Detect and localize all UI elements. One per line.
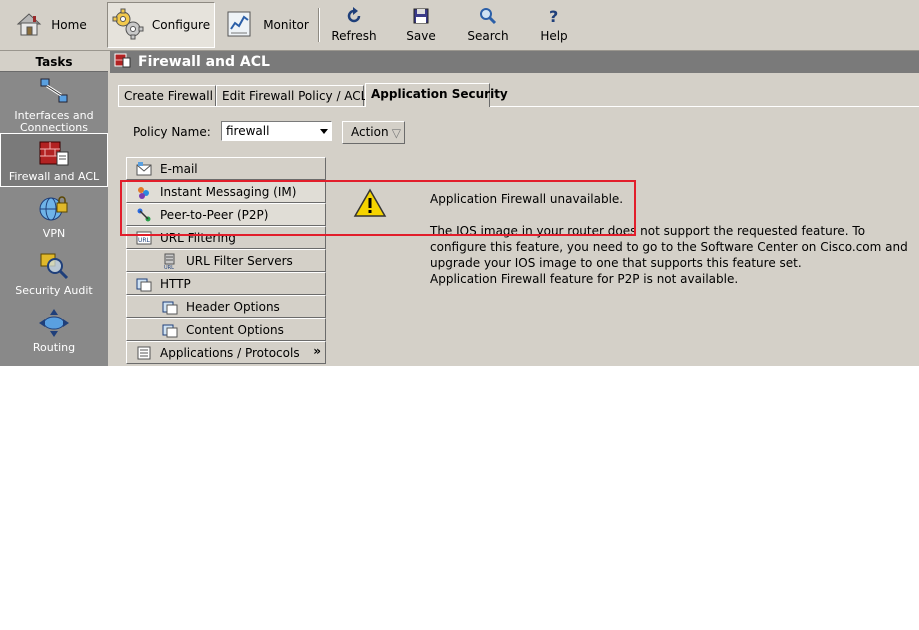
feature-label: HTTP — [160, 276, 191, 291]
feature-item-email[interactable]: E-mail — [126, 157, 326, 180]
home-button[interactable]: Home — [6, 2, 96, 48]
sidebar-item-vpn[interactable]: VPN — [0, 193, 108, 243]
refresh-button[interactable]: Refresh — [328, 2, 380, 48]
message-title: Application Firewall unavailable. — [430, 192, 624, 206]
application-window: Home Configure Monitor Refresh Save Sear… — [0, 0, 919, 366]
feature-label: URL Filter Servers — [186, 253, 293, 268]
save-label: Save — [406, 29, 436, 43]
tab-divider — [118, 106, 919, 107]
feature-item-url-filter-servers[interactable]: URL URL Filter Servers — [126, 249, 326, 272]
feature-item-instant-messaging[interactable]: Instant Messaging (IM) — [126, 180, 326, 203]
tab-create-firewall[interactable]: Create Firewall — [118, 85, 216, 106]
sidebar-item-label: Interfaces and — [14, 109, 94, 122]
sidebar-item-label: Firewall and ACL — [8, 170, 100, 183]
tab-edit-firewall-policy[interactable]: Edit Firewall Policy / ACL — [216, 85, 367, 106]
feature-label: Applications / Protocols — [160, 345, 300, 360]
configure-label: Configure — [151, 18, 211, 32]
applications-protocols-icon — [136, 345, 152, 361]
svg-text:URL: URL — [138, 237, 151, 244]
page-title: Firewall and ACL — [138, 54, 270, 70]
url-filtering-icon: URL — [136, 230, 152, 246]
monitor-chart-icon — [225, 9, 255, 42]
toolbar: Home Configure Monitor Refresh Save Sear… — [0, 0, 919, 51]
floppy-disk-icon — [412, 7, 430, 28]
feature-label: Peer-to-Peer (P2P) — [160, 207, 269, 222]
feature-item-content-options[interactable]: Content Options — [126, 318, 326, 341]
feature-item-http[interactable]: HTTP — [126, 272, 326, 295]
triangle-down-icon: ▽ — [391, 126, 401, 140]
sidebar-item-label: Routing — [32, 341, 76, 354]
save-button[interactable]: Save — [396, 2, 446, 48]
search-label: Search — [467, 29, 509, 43]
expand-more-icon[interactable]: » — [313, 344, 321, 358]
sidebar-item-routing[interactable]: Routing — [0, 307, 108, 357]
refresh-icon — [345, 7, 363, 28]
http-icon — [136, 276, 152, 292]
header-options-icon — [162, 299, 178, 315]
security-audit-magnifier-icon — [37, 250, 71, 284]
monitor-label: Monitor — [263, 18, 309, 32]
home-icon — [15, 10, 43, 41]
gears-icon — [112, 8, 144, 43]
instant-messaging-icon — [136, 184, 152, 200]
feature-label: Header Options — [186, 299, 280, 314]
warning-icon — [353, 188, 387, 221]
feature-label: E-mail — [160, 161, 198, 176]
home-label: Home — [51, 18, 87, 32]
feature-item-header-options[interactable]: Header Options — [126, 295, 326, 318]
search-button[interactable]: Search — [462, 2, 514, 48]
url-filter-servers-icon: URL — [162, 253, 178, 271]
message-detail: Application Firewall feature for P2P is … — [430, 272, 739, 286]
monitor-button[interactable]: Monitor — [221, 2, 313, 48]
action-button[interactable]: Action ▽ — [342, 121, 405, 144]
sidebar-item-interfaces[interactable]: Interfaces and Connections — [0, 77, 108, 134]
sidebar-item-firewall[interactable]: Firewall and ACL — [0, 133, 108, 187]
chevron-down-icon — [320, 129, 328, 134]
sidebar-item-label: Security Audit — [15, 284, 93, 297]
main-content: Firewall and ACL Create Firewall Edit Fi… — [110, 51, 919, 366]
feature-label: Instant Messaging (IM) — [160, 184, 297, 199]
help-label: Help — [540, 29, 568, 43]
magnifier-icon — [479, 7, 497, 28]
svg-text:URL: URL — [164, 265, 174, 269]
action-label: Action — [351, 125, 389, 139]
message-body: The IOS image in your router does not su… — [430, 224, 908, 270]
help-button[interactable]: ? Help — [532, 2, 576, 48]
sidebar-item-label-line2: Connections — [20, 121, 88, 134]
interfaces-connections-icon — [37, 77, 71, 109]
feature-label: Content Options — [186, 322, 284, 337]
sidebar-item-label: VPN — [42, 227, 66, 240]
content-options-icon — [162, 322, 178, 338]
policy-name-value: firewall — [226, 124, 270, 138]
policy-name-label: Policy Name: — [133, 125, 211, 139]
feature-label: URL Filtering — [160, 230, 236, 245]
configure-button[interactable]: Configure — [107, 2, 215, 48]
email-icon — [136, 161, 152, 177]
feature-item-peer-to-peer[interactable]: Peer-to-Peer (P2P) — [126, 203, 326, 226]
svg-text:?: ? — [549, 7, 558, 25]
tab-application-security[interactable]: Application Security — [365, 83, 508, 107]
question-mark-icon: ? — [545, 7, 563, 28]
refresh-label: Refresh — [331, 29, 377, 43]
toolbar-separator — [318, 8, 320, 42]
feature-item-url-filtering[interactable]: URL URL Filtering — [126, 226, 326, 249]
peer-to-peer-icon — [136, 207, 152, 223]
router-icon — [37, 307, 71, 341]
vpn-globe-lock-icon — [37, 193, 71, 227]
policy-name-select[interactable]: firewall — [221, 121, 332, 141]
firewall-brick-icon — [114, 51, 132, 73]
feature-item-applications-protocols[interactable]: Applications / Protocols » — [126, 341, 326, 364]
error-message: Application Firewall unavailable. The IO… — [430, 191, 910, 287]
page-title-bar: Firewall and ACL — [110, 51, 919, 73]
sidebar-item-security-audit[interactable]: Security Audit — [0, 250, 108, 300]
tasks-sidebar: Tasks Interfaces and Connections Firewal… — [0, 51, 108, 366]
firewall-brick-icon — [37, 138, 71, 170]
tasks-header: Tasks — [0, 51, 108, 72]
